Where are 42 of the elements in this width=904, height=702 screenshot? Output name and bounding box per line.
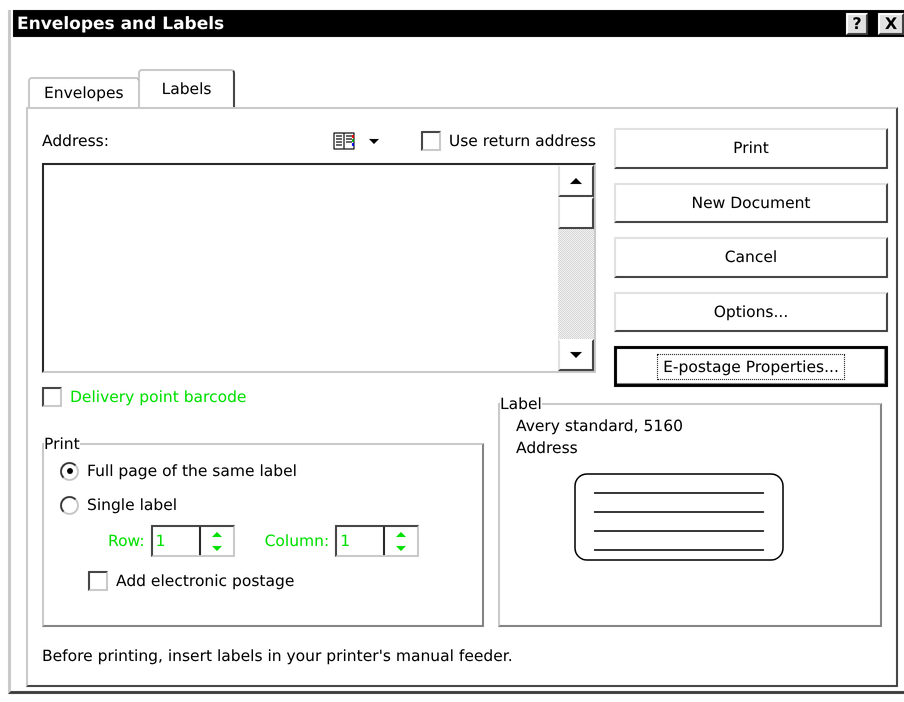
scroll-down-button[interactable] bbox=[558, 339, 594, 371]
up-arrow-icon bbox=[212, 532, 222, 536]
field-label: Column: bbox=[264, 532, 330, 550]
button[interactable]: E-postage Properties... bbox=[614, 346, 888, 387]
tab[interactable]: Labels bbox=[138, 69, 236, 107]
button[interactable]: New Document bbox=[614, 182, 888, 224]
scroll-up-button[interactable] bbox=[558, 165, 594, 197]
field-label: Address: bbox=[42, 132, 110, 150]
checkbox[interactable] bbox=[88, 571, 108, 591]
checkbox[interactable] bbox=[42, 387, 62, 407]
scroll-thumb[interactable] bbox=[558, 197, 594, 229]
address-field[interactable] bbox=[42, 163, 596, 373]
help-button[interactable]: ? bbox=[846, 12, 868, 34]
hint-text: Before printing, insert labels in your printer's manual feeder. bbox=[42, 647, 514, 665]
checkbox[interactable] bbox=[420, 131, 441, 151]
close-button[interactable]: X bbox=[878, 12, 904, 34]
field-label: Row: bbox=[108, 532, 145, 550]
radio-label: Single label bbox=[87, 496, 178, 514]
group-title: Print bbox=[44, 435, 80, 453]
label-text: Address bbox=[516, 438, 579, 459]
up-arrow-icon bbox=[570, 178, 582, 184]
label-text: Avery standard, 5160 bbox=[516, 416, 684, 437]
button[interactable]: Cancel bbox=[614, 237, 888, 278]
window-title: Envelopes and Labels bbox=[17, 14, 224, 34]
address-book-button[interactable] bbox=[332, 131, 379, 151]
radio-button[interactable] bbox=[60, 462, 79, 480]
caret-icon bbox=[368, 138, 379, 144]
radio-label: Full page of the same label bbox=[87, 462, 297, 480]
checkbox-label: Add electronic postage bbox=[116, 572, 294, 590]
button[interactable]: Print bbox=[614, 128, 888, 169]
book-icon bbox=[332, 131, 355, 151]
up-arrow-icon bbox=[396, 532, 406, 536]
checkbox-label: Use return address bbox=[448, 132, 596, 150]
tab[interactable]: Envelopes bbox=[28, 77, 140, 107]
radio-button[interactable] bbox=[60, 496, 79, 514]
down-arrow-icon bbox=[396, 546, 406, 550]
group-title: Label bbox=[500, 395, 542, 413]
checkbox-label: Delivery point barcode bbox=[70, 388, 246, 406]
scrollbar[interactable] bbox=[558, 165, 594, 371]
down-arrow-icon bbox=[570, 352, 582, 358]
button[interactable]: Options... bbox=[614, 292, 888, 332]
down-arrow-icon bbox=[212, 546, 222, 550]
